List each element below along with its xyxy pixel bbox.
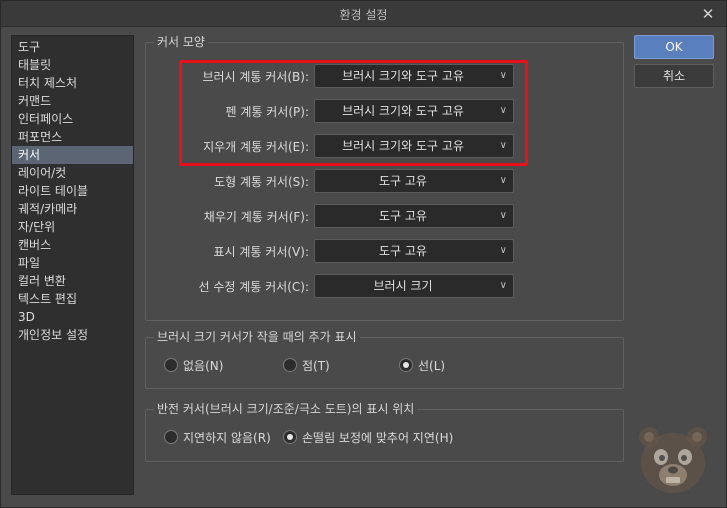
- sidebar-item[interactable]: 3D: [12, 308, 133, 326]
- sidebar-item[interactable]: 터치 제스처: [12, 74, 133, 92]
- radio-label: 선(L): [418, 358, 446, 373]
- sidebar-item[interactable]: 파일: [12, 254, 133, 272]
- radio-button[interactable]: [399, 358, 413, 372]
- cursor-type-dropdown[interactable]: 도구 고유 ∨: [314, 169, 514, 193]
- sidebar-item[interactable]: 컬러 변환: [12, 272, 133, 290]
- cancel-button[interactable]: 취소: [634, 64, 714, 88]
- sidebar-item[interactable]: 개인정보 설정: [12, 326, 133, 344]
- cursor-row-label: 도형 계통 커서(S):: [214, 175, 309, 189]
- sidebar-item[interactable]: 인터페이스: [12, 110, 133, 128]
- sidebar-item[interactable]: 라이트 테이블: [12, 182, 133, 200]
- close-icon[interactable]: ✕: [698, 4, 718, 24]
- radio-label: 지연하지 않음(R): [183, 430, 271, 445]
- category-list: 도구 태블릿 터치 제스처 커맨드 인터페이스 퍼포먼스 커서 레이어/컷 라이트 테이블 궤적/…: [11, 35, 134, 495]
- chevron-down-icon: ∨: [499, 245, 507, 256]
- sidebar-item[interactable]: 도구: [12, 38, 133, 56]
- sidebar-item[interactable]: 레이어/컷: [12, 164, 133, 182]
- chevron-down-icon: ∨: [499, 280, 507, 291]
- category-items: 도구 태블릿 터치 제스처 커맨드 인터페이스 퍼포먼스 커서 레이어/컷 라이트 테이블 궤적/…: [12, 36, 133, 344]
- chevron-down-icon: ∨: [499, 210, 507, 221]
- radio-label: 점(T): [302, 358, 330, 373]
- cursor-row-label: 선 수정 계통 커서(C):: [198, 280, 309, 294]
- radio-label: 손떨림 보정에 맞추어 지연(H): [302, 430, 454, 445]
- cursor-shape-group-label: 커서 모양: [154, 34, 208, 50]
- radio-button[interactable]: [283, 430, 297, 444]
- sidebar-item[interactable]: 커서: [12, 146, 133, 164]
- window-title: 환경 설정: [339, 8, 388, 22]
- radio-option[interactable]: 점(T): [283, 356, 330, 374]
- annotation-highlight-box: [179, 60, 528, 166]
- ok-button[interactable]: OK: [634, 35, 714, 59]
- dropdown-value: 도구 고유: [379, 209, 427, 223]
- cursor-row-label: 표시 계통 커서(V):: [213, 245, 310, 259]
- dropdown-value: 브러시 크기: [373, 279, 433, 293]
- sidebar-item[interactable]: 태블릿: [12, 56, 133, 74]
- small-brush-group-label: 브러시 크기 커서가 작을 때의 추가 표시: [154, 329, 360, 345]
- cursor-type-dropdown[interactable]: 브러시 크기 ∨: [314, 274, 514, 298]
- radio-label: 없음(N): [183, 358, 224, 373]
- cursor-type-dropdown[interactable]: 도구 고유 ∨: [314, 239, 514, 263]
- radio-button[interactable]: [283, 358, 297, 372]
- radio-option[interactable]: 선(L): [399, 356, 445, 374]
- sidebar-item[interactable]: 텍스트 편집: [12, 290, 133, 308]
- preferences-window: 환경 설정 ✕ 도구 태블릿 터치 제스처 커맨드 인터페이스 퍼포먼스 커서 레이어/컷 라이…: [0, 0, 727, 508]
- title-bar: 환경 설정 ✕: [1, 1, 726, 27]
- inverted-cursor-group-label: 반전 커서(브러시 크기/조준/극소 도트)의 표시 위치: [154, 401, 418, 417]
- sidebar-item[interactable]: 자/단위: [12, 218, 133, 236]
- dropdown-value: 도구 고유: [379, 244, 427, 258]
- sidebar-item[interactable]: 퍼포먼스: [12, 128, 133, 146]
- sidebar-item[interactable]: 캔버스: [12, 236, 133, 254]
- cursor-type-dropdown[interactable]: 도구 고유 ∨: [314, 204, 514, 228]
- chevron-down-icon: ∨: [499, 175, 507, 186]
- radio-button[interactable]: [164, 430, 178, 444]
- sidebar-item[interactable]: 궤적/카메라: [12, 200, 133, 218]
- cursor-row-label: 채우기 계통 커서(F):: [203, 210, 309, 224]
- radio-option[interactable]: 없음(N): [164, 356, 223, 374]
- radio-button[interactable]: [164, 358, 178, 372]
- radio-option[interactable]: 손떨림 보정에 맞추어 지연(H): [283, 428, 453, 446]
- dropdown-value: 도구 고유: [379, 174, 427, 188]
- sidebar-item[interactable]: 커맨드: [12, 92, 133, 110]
- radio-option[interactable]: 지연하지 않음(R): [164, 428, 271, 446]
- bear-mascot-icon: [639, 427, 707, 493]
